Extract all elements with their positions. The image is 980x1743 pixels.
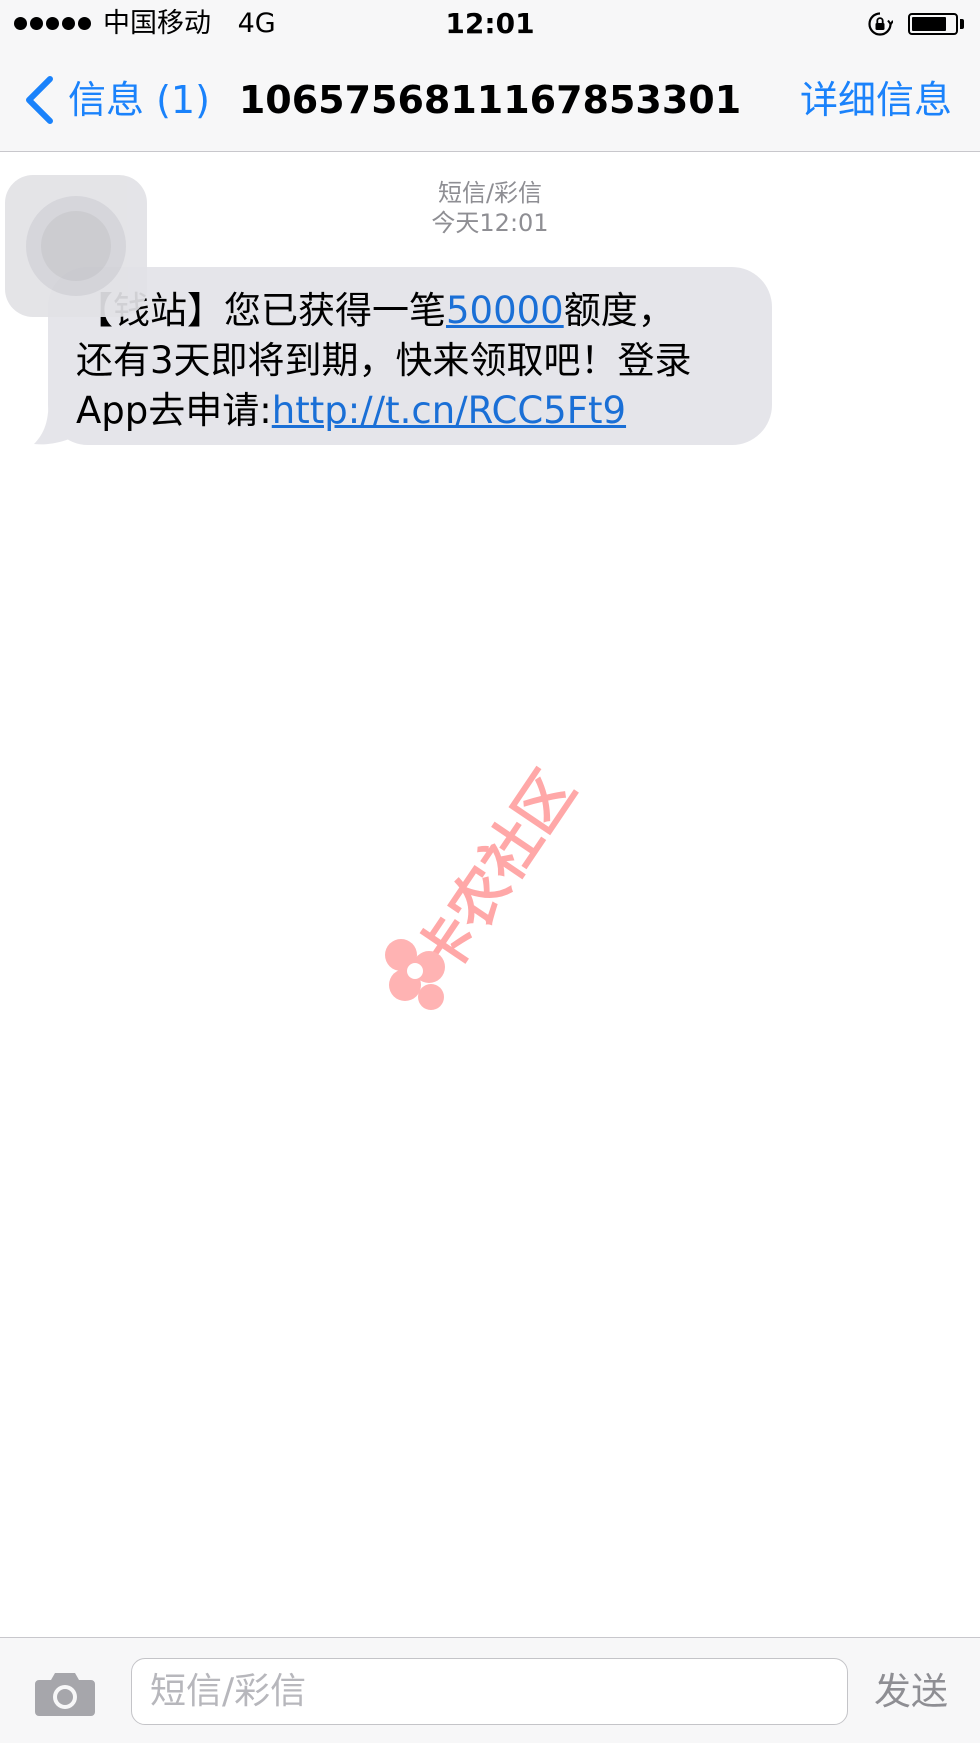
details-button[interactable]: 详细信息 [800, 72, 952, 128]
battery-level [912, 17, 946, 31]
message-input[interactable] [131, 1658, 848, 1725]
avatar-core [41, 211, 111, 281]
camera-icon[interactable] [33, 1668, 97, 1718]
message-line-2: 还有3天即将到期，快来领取吧！登录 [76, 339, 692, 382]
chevron-left-icon [26, 76, 53, 124]
status-time: 12:01 [445, 7, 535, 40]
send-button[interactable]: 发送 [874, 1664, 948, 1720]
message-text: 【钱站】您已获得一笔50000额度， 还有3天即将到期，快来领取吧！登录 App… [76, 286, 746, 436]
message-line-3: App去申请:http://t.cn/RCC5Ft9 [76, 386, 746, 436]
status-bar: 中国移动 4G 12:01 [0, 0, 980, 48]
conversation-title: 1065756811167853301 [238, 78, 742, 122]
navigation-bar: 信息 (1) 1065756811167853301 详细信息 [0, 48, 980, 152]
orientation-lock-icon [868, 12, 893, 36]
message-header: 短信/彩信 今天12:01 [0, 178, 980, 238]
message-timestamp: 今天12:01 [431, 209, 549, 237]
message-app-text: App去申请: [76, 389, 272, 432]
channel-label: 短信/彩信 [437, 179, 543, 207]
url-link[interactable]: http://t.cn/RCC5Ft9 [272, 389, 626, 432]
message-amount-suffix: 额度， [563, 289, 675, 332]
messages-screen: 中国移动 4G 12:01 信息 (1) 1065756811167853301… [0, 0, 980, 1743]
battery-icon [908, 13, 958, 35]
sender-avatar [5, 175, 147, 317]
message-line-1: 【钱站】您已获得一笔50000额度， [76, 286, 746, 336]
amount-link[interactable]: 50000 [446, 289, 564, 332]
watermark-logo: 卡农社区 [385, 759, 588, 1010]
compose-bar: 发送 [0, 1637, 980, 1743]
incoming-message-bubble[interactable]: 【钱站】您已获得一笔50000额度， 还有3天即将到期，快来领取吧！登录 App… [48, 267, 772, 445]
back-button-label: 信息 (1) [68, 78, 210, 122]
battery-nub [960, 19, 964, 29]
back-button[interactable]: 信息 (1) [22, 72, 210, 128]
